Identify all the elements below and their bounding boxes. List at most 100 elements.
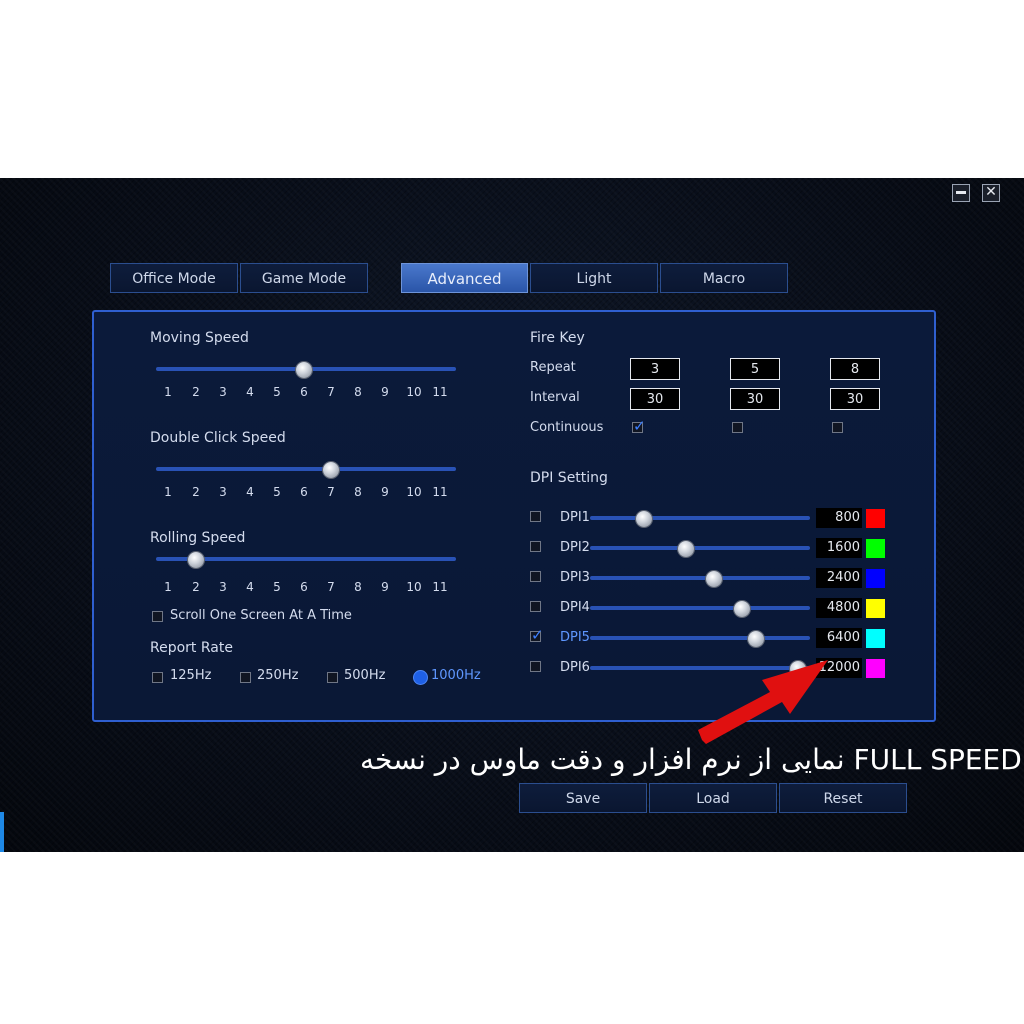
dpi1-knob[interactable] <box>636 511 652 527</box>
tick-label: 10 <box>406 385 422 399</box>
tick-label: 3 <box>219 485 227 499</box>
tick-label: 9 <box>381 580 389 594</box>
dpi4-checkbox[interactable] <box>530 601 541 612</box>
dpi5-value[interactable]: 6400 <box>816 628 862 648</box>
dpi2-color-swatch[interactable] <box>866 539 885 558</box>
repeat-field-3[interactable]: 8 <box>830 358 880 380</box>
dpi2-slider[interactable] <box>590 546 810 550</box>
tick-label: 9 <box>381 485 389 499</box>
dpi1-slider[interactable] <box>590 516 810 520</box>
dpi6-color-swatch[interactable] <box>866 659 885 678</box>
report-rate-250-label: 250Hz <box>257 668 299 683</box>
tab-light[interactable]: Light <box>530 263 658 293</box>
dpi2-label: DPI2 <box>560 540 590 555</box>
interval-field-2[interactable]: 30 <box>730 388 780 410</box>
interval-field-1[interactable]: 30 <box>630 388 680 410</box>
window-edge-accent <box>0 812 4 852</box>
tab-office-mode[interactable]: Office Mode <box>110 263 238 293</box>
tick-label: 6 <box>300 385 308 399</box>
mouse-software-window: ✕ Office Mode Game Mode Advanced Light M… <box>0 178 1024 852</box>
double-click-speed-slider[interactable] <box>156 467 456 471</box>
close-icon[interactable]: ✕ <box>982 184 1000 202</box>
continuous-checkbox-1[interactable] <box>632 417 646 435</box>
dpi2-value[interactable]: 1600 <box>816 538 862 558</box>
dpi4-slider[interactable] <box>590 606 810 610</box>
dpi4-color-swatch[interactable] <box>866 599 885 618</box>
moving-speed-knob[interactable] <box>296 362 312 378</box>
interval-label: Interval <box>530 390 580 405</box>
dpi3-value[interactable]: 2400 <box>816 568 862 588</box>
rolling-speed-knob[interactable] <box>188 552 204 568</box>
double-click-speed-knob[interactable] <box>323 462 339 478</box>
report-rate-250-radio[interactable] <box>240 672 251 683</box>
report-rate-500-radio[interactable] <box>327 672 338 683</box>
minimize-icon[interactable] <box>952 184 970 202</box>
tick-label: 2 <box>192 580 200 594</box>
tick-label: 2 <box>192 385 200 399</box>
report-rate-1000-radio[interactable] <box>414 671 427 684</box>
tick-label: 4 <box>246 385 254 399</box>
report-rate-1000-label: 1000Hz <box>431 668 481 683</box>
save-button[interactable]: Save <box>519 783 647 813</box>
dpi3-color-swatch[interactable] <box>866 569 885 588</box>
tick-label: 4 <box>246 485 254 499</box>
report-rate-125-radio[interactable] <box>152 672 163 683</box>
tick-label: 7 <box>327 385 335 399</box>
tick-label: 4 <box>246 580 254 594</box>
tick-label: 5 <box>273 385 281 399</box>
dpi4-knob[interactable] <box>734 601 750 617</box>
tick-label: 11 <box>432 385 448 399</box>
continuous-checkbox-2[interactable] <box>732 422 743 433</box>
scroll-one-screen-label: Scroll One Screen At A Time <box>170 608 352 623</box>
dpi3-checkbox[interactable] <box>530 571 541 582</box>
dpi5-color-swatch[interactable] <box>866 629 885 648</box>
rolling-speed-ticks: 1 2 3 4 5 6 7 8 9 10 11 <box>94 580 494 596</box>
dpi1-value[interactable]: 800 <box>816 508 862 528</box>
tick-label: 1 <box>164 485 172 499</box>
repeat-field-1[interactable]: 3 <box>630 358 680 380</box>
double-click-speed-label: Double Click Speed <box>150 430 286 446</box>
repeat-field-2[interactable]: 5 <box>730 358 780 380</box>
tick-label: 2 <box>192 485 200 499</box>
moving-speed-ticks: 1 2 3 4 5 6 7 8 9 10 11 <box>94 385 494 401</box>
dpi2-knob[interactable] <box>678 541 694 557</box>
tick-label: 8 <box>354 580 362 594</box>
dpi1-label: DPI1 <box>560 510 590 525</box>
dpi3-slider[interactable] <box>590 576 810 580</box>
reset-button[interactable]: Reset <box>779 783 907 813</box>
report-rate-label: Report Rate <box>150 640 233 656</box>
tick-label: 6 <box>300 580 308 594</box>
report-rate-125-label: 125Hz <box>170 668 212 683</box>
dpi6-checkbox[interactable] <box>530 661 541 672</box>
tick-label: 11 <box>432 580 448 594</box>
dpi5-checkbox[interactable] <box>530 626 544 644</box>
tick-label: 11 <box>432 485 448 499</box>
continuous-checkbox-3[interactable] <box>832 422 843 433</box>
dpi6-label: DPI6 <box>560 660 590 675</box>
repeat-label: Repeat <box>530 360 576 375</box>
rolling-speed-label: Rolling Speed <box>150 530 246 546</box>
tab-macro[interactable]: Macro <box>660 263 788 293</box>
dpi4-value[interactable]: 4800 <box>816 598 862 618</box>
tick-label: 1 <box>164 385 172 399</box>
tick-label: 5 <box>273 485 281 499</box>
dpi1-color-swatch[interactable] <box>866 509 885 528</box>
tab-advanced[interactable]: Advanced <box>401 263 528 293</box>
tick-label: 8 <box>354 485 362 499</box>
dpi3-knob[interactable] <box>706 571 722 587</box>
caption-text: نمایی از نرم افزار و دقت ماوس در نسخه FU… <box>360 743 1022 776</box>
report-rate-500-label: 500Hz <box>344 668 386 683</box>
tab-game-mode[interactable]: Game Mode <box>240 263 368 293</box>
dpi5-knob[interactable] <box>748 631 764 647</box>
scroll-one-screen-checkbox[interactable] <box>152 611 163 622</box>
load-button[interactable]: Load <box>649 783 777 813</box>
tick-label: 8 <box>354 385 362 399</box>
dpi2-checkbox[interactable] <box>530 541 541 552</box>
tick-label: 9 <box>381 385 389 399</box>
dpi1-checkbox[interactable] <box>530 511 541 522</box>
dpi5-label: DPI5 <box>560 630 590 645</box>
tick-label: 5 <box>273 580 281 594</box>
tick-label: 6 <box>300 485 308 499</box>
dpi5-slider[interactable] <box>590 636 810 640</box>
interval-field-3[interactable]: 30 <box>830 388 880 410</box>
